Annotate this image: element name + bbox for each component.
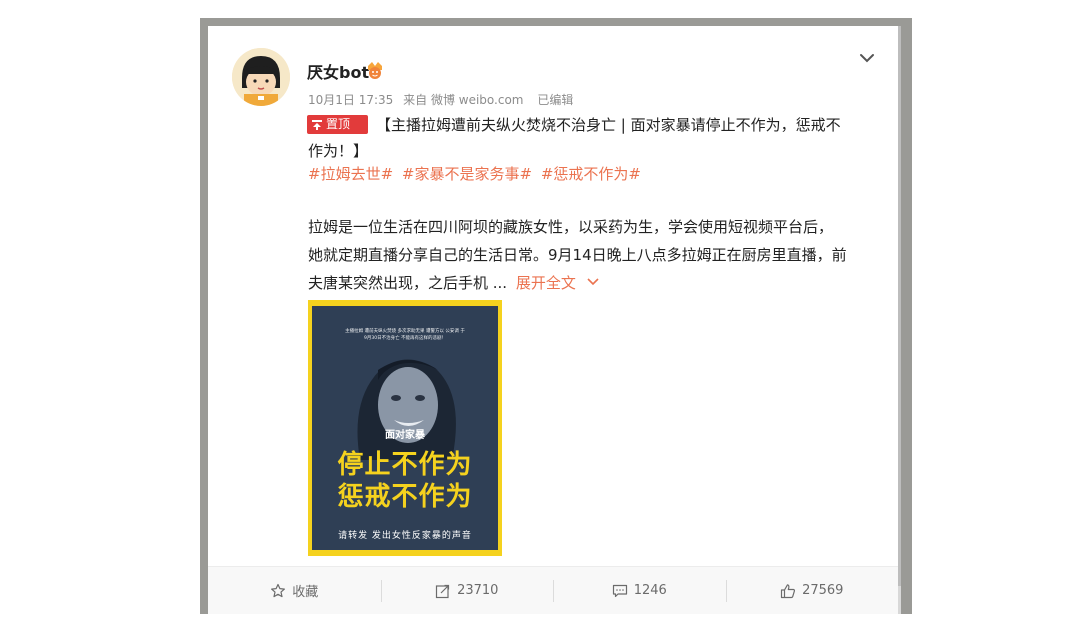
star-icon (271, 583, 286, 597)
poster-top-line: 9月30日不治身亡 不能再有这样的悲剧！ (363, 336, 447, 341)
repost-count: 23710 (457, 583, 499, 598)
scrollbar-thumb[interactable] (898, 26, 901, 586)
post-body-last-line: 夫唐某突然出现，之后手机 ... 展开全文 (308, 269, 894, 297)
post-body-line: 她就定期直播分享自己的生活日常。9月14日晚上八点多拉姆正在厨房里直播，前 (308, 246, 847, 264)
more-options-chevron-icon[interactable] (859, 52, 875, 64)
weibo-post-card: 厌女bot 10月1日 17:35 来自 微博 weibo.com 已编辑 置顶… (208, 26, 901, 614)
favorite-button[interactable]: 收藏 (208, 578, 381, 604)
post-title: 【主播拉姆遭前夫纵火焚烧不治身亡 | 面对家暴请停止不作为，惩戒不 作为！】 (308, 112, 880, 160)
repost-icon (435, 584, 450, 598)
post-body: 拉姆是一位生活在四川阿坝的藏族女性，以采药为生，学会使用短视频平台后， 她就定期… (308, 213, 894, 297)
post-title-line-2: 作为！】 (308, 142, 369, 160)
poster-background: 主播拉姆 遭前夫纵火焚烧 多次求助无果 遭警方以 公安调 于 9月30日不治身亡… (312, 306, 498, 550)
post-date[interactable]: 10月1日 17:35 (308, 93, 393, 107)
poster-top-text: 主播拉姆 遭前夫纵火焚烧 多次求助无果 遭警方以 公安调 于 9月30日不治身亡… (322, 328, 488, 342)
avatar[interactable] (232, 48, 290, 106)
hashtag-link[interactable]: #家暴不是家务事# (402, 165, 532, 183)
hashtag-link[interactable]: #拉姆去世# (308, 165, 393, 183)
hashtag-list: #拉姆去世# #家暴不是家务事# #惩戒不作为# (308, 163, 645, 184)
expand-full-text-link[interactable]: 展开全文 (516, 274, 599, 292)
repost-button[interactable]: 23710 (380, 578, 554, 604)
post-source: 来自 微博 weibo.com (403, 93, 524, 107)
favorite-label: 收藏 (292, 585, 319, 600)
like-button[interactable]: 27569 (725, 578, 899, 604)
screenshot-frame: 厌女bot 10月1日 17:35 来自 微博 weibo.com 已编辑 置顶… (200, 18, 912, 614)
post-meta: 10月1日 17:35 来自 微博 weibo.com 已编辑 (308, 91, 579, 108)
post-body-line: 夫唐某突然出现，之后手机 ... (308, 274, 508, 292)
poster-subtitle: 面对家暴 (385, 430, 425, 441)
thumbs-up-icon (780, 583, 796, 598)
pinned-label: 置顶 (326, 117, 351, 131)
post-image-poster[interactable]: 主播拉姆 遭前夫纵火焚烧 多次求助无果 遭警方以 公安调 于 9月30日不治身亡… (308, 300, 502, 556)
edited-label[interactable]: 已编辑 (537, 93, 573, 107)
expand-label: 展开全文 (515, 274, 576, 292)
comment-button[interactable]: 1246 (553, 578, 726, 604)
pinned-badge: 置顶 (307, 115, 368, 134)
post-title-line-1: 【主播拉姆遭前夫纵火焚烧不治身亡 | 面对家暴请停止不作为，惩戒不 (376, 116, 841, 134)
hashtag-link[interactable]: #惩戒不作为# (541, 165, 641, 183)
poster-footer: 请转发 发出女性反家暴的声音 (338, 531, 472, 541)
post-body-line: 拉姆是一位生活在四川阿坝的藏族女性，以采药为生，学会使用短视频平台后， (308, 218, 834, 236)
avatar-illustration (232, 48, 290, 106)
post-action-toolbar: 收藏 23710 1246 27569 (208, 567, 898, 614)
comment-icon (612, 584, 627, 597)
pin-icon (312, 119, 322, 130)
comment-count: 1246 (633, 583, 667, 598)
expand-chevron-icon (587, 278, 599, 286)
fan-badge-icon (368, 62, 382, 79)
poster-top-line: 主播拉姆 遭前夫纵火焚烧 多次求助无果 遭警方以 公安调 于 (345, 329, 465, 334)
username[interactable]: 厌女bot (307, 59, 369, 83)
like-count: 27569 (802, 583, 844, 598)
poster-headline: 惩戒不作为 (337, 482, 473, 512)
